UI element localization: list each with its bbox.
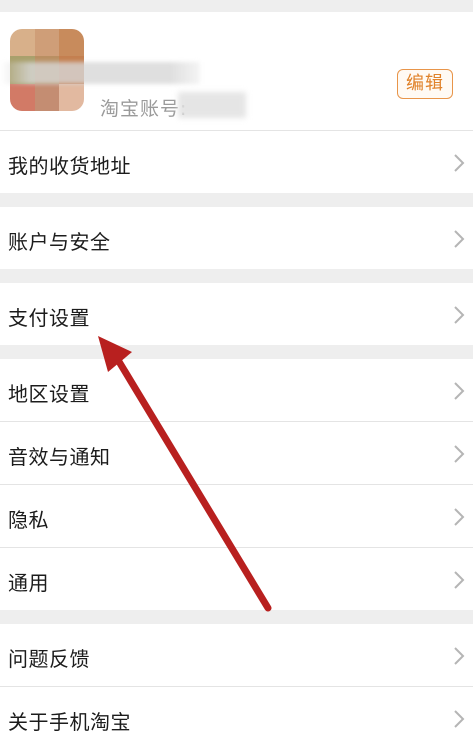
chevron-right-icon [453, 709, 465, 729]
settings-item-account-security[interactable]: 账户与安全 [0, 207, 473, 269]
settings-group-payment: 支付设置 [0, 283, 473, 345]
settings-item-feedback[interactable]: 问题反馈 [0, 624, 473, 687]
settings-item-about-taobao[interactable]: 关于手机淘宝 [0, 687, 473, 749]
settings-item-label: 支付设置 [8, 306, 90, 330]
settings-item-label: 账户与安全 [8, 230, 111, 254]
chevron-right-icon [453, 153, 465, 173]
settings-item-general[interactable]: 通用 [0, 548, 473, 610]
settings-group-about: 问题反馈 关于手机淘宝 [0, 624, 473, 749]
section-divider [0, 193, 473, 207]
chevron-right-icon [453, 229, 465, 249]
settings-item-sound-notifications[interactable]: 音效与通知 [0, 422, 473, 485]
chevron-right-icon [453, 646, 465, 666]
settings-item-label: 音效与通知 [8, 445, 111, 469]
avatar-pixel [59, 83, 84, 111]
chevron-right-icon [453, 305, 465, 325]
settings-group-address: 我的收货地址 [0, 131, 473, 193]
top-spacer [0, 0, 473, 12]
avatar-pixel [10, 29, 35, 57]
settings-group-general: 地区设置 音效与通知 隐私 通用 [0, 359, 473, 610]
account-id-redacted [178, 92, 246, 118]
avatar-pixel [34, 29, 60, 57]
settings-item-label: 地区设置 [8, 382, 90, 406]
chevron-right-icon [453, 507, 465, 527]
settings-item-shipping-address[interactable]: 我的收货地址 [0, 131, 473, 193]
settings-item-privacy[interactable]: 隐私 [0, 485, 473, 548]
settings-item-label: 我的收货地址 [8, 154, 131, 178]
avatar-pixel [34, 83, 60, 111]
avatar-pixel [59, 29, 84, 57]
chevron-right-icon [453, 381, 465, 401]
account-id-label: 淘宝账号: [100, 98, 188, 120]
username-redacted [0, 62, 200, 84]
chevron-right-icon [453, 570, 465, 590]
section-divider [0, 269, 473, 283]
section-divider [0, 610, 473, 624]
settings-item-payment-settings[interactable]: 支付设置 [0, 283, 473, 345]
avatar-pixel [10, 83, 35, 111]
profile-card[interactable]: 淘宝账号: 编辑 [0, 12, 473, 131]
edit-profile-button[interactable]: 编辑 [397, 69, 453, 99]
section-divider [0, 345, 473, 359]
settings-item-region[interactable]: 地区设置 [0, 359, 473, 422]
settings-item-label: 隐私 [8, 508, 49, 532]
settings-group-account: 账户与安全 [0, 207, 473, 269]
settings-item-label: 关于手机淘宝 [8, 710, 131, 734]
settings-item-label: 问题反馈 [8, 647, 90, 671]
chevron-right-icon [453, 444, 465, 464]
settings-item-label: 通用 [8, 571, 49, 595]
